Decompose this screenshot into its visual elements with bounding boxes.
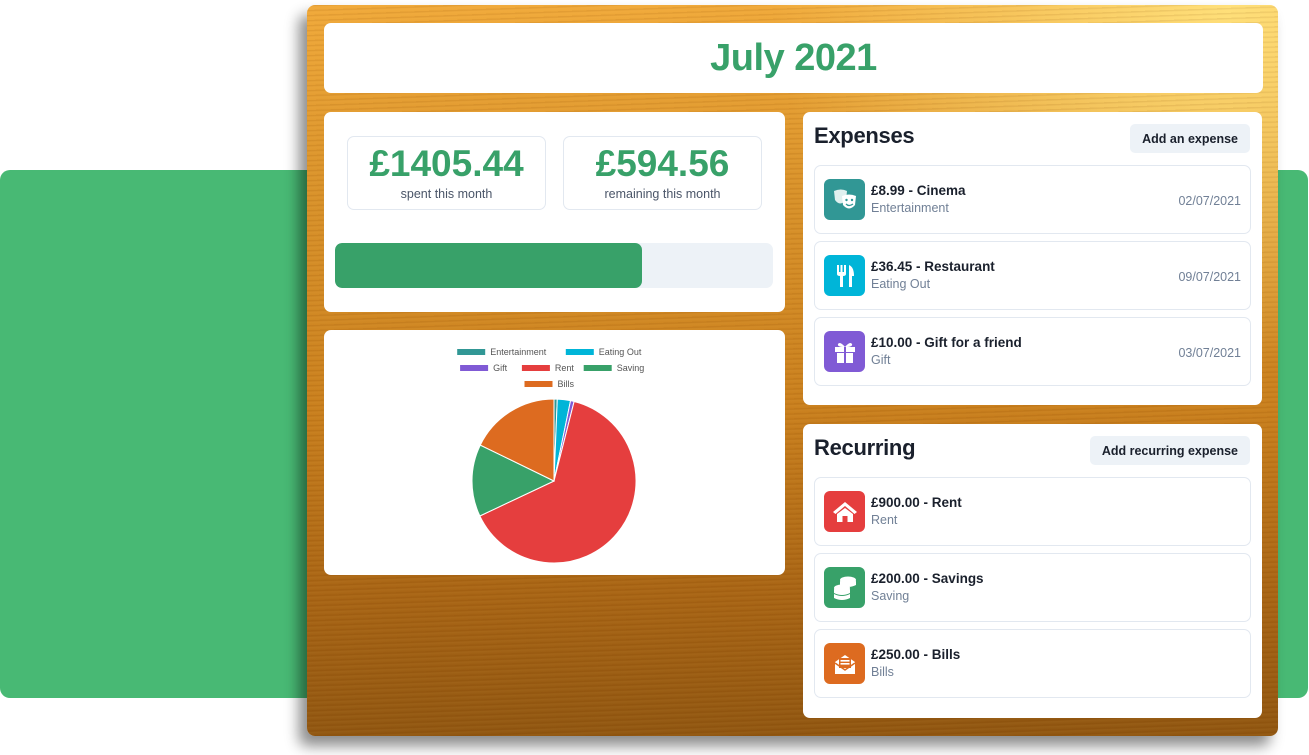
legend-label[interactable]: Rent bbox=[555, 363, 575, 373]
spent-stat: £1405.44 spent this month bbox=[347, 136, 546, 210]
recurring-card: Recurring Add recurring expense £900.00 … bbox=[803, 424, 1262, 718]
legend-swatch-eating-out[interactable] bbox=[565, 349, 594, 355]
legend-swatch-saving[interactable] bbox=[583, 365, 612, 371]
coins-icon bbox=[824, 567, 865, 608]
legend-swatch-rent[interactable] bbox=[521, 365, 550, 371]
expense-item-date: 09/07/2021 bbox=[1178, 270, 1241, 284]
expense-item[interactable]: £8.99 - Cinema Entertainment 02/07/2021 bbox=[814, 165, 1251, 234]
month-header: July 2021 bbox=[324, 23, 1263, 93]
legend-swatch-bills[interactable] bbox=[524, 381, 553, 387]
recurring-item-category: Bills bbox=[871, 665, 894, 679]
recurring-item-title: £250.00 - Bills bbox=[871, 647, 961, 662]
summary-card: £1405.44 spent this month £594.56 remain… bbox=[324, 112, 785, 312]
add-recurring-button[interactable]: Add recurring expense bbox=[1089, 436, 1250, 465]
expenses-card: Expenses Add an expense £8.99 - Cinema E… bbox=[803, 112, 1262, 405]
expense-item-date: 02/07/2021 bbox=[1178, 194, 1241, 208]
add-expense-button[interactable]: Add an expense bbox=[1130, 124, 1250, 153]
expense-item[interactable]: £36.45 - Restaurant Eating Out 09/07/202… bbox=[814, 241, 1251, 310]
category-pie-chart-card: Entertainment Eating Out Gift Rent Saving Bil… bbox=[324, 330, 785, 575]
recurring-item-category: Saving bbox=[871, 589, 910, 603]
expense-item-category: Entertainment bbox=[871, 201, 949, 215]
expenses-title: Expenses bbox=[814, 123, 915, 148]
recurring-title: Recurring bbox=[814, 435, 916, 460]
recurring-item-title: £900.00 - Rent bbox=[871, 495, 962, 510]
remaining-label: remaining this month bbox=[604, 187, 721, 201]
legend-label[interactable]: Saving bbox=[617, 363, 645, 373]
page-title: July 2021 bbox=[710, 36, 877, 79]
utensils-icon bbox=[824, 255, 865, 296]
recurring-item[interactable]: £200.00 - Savings Saving bbox=[814, 553, 1251, 622]
expenses-list: £8.99 - Cinema Entertainment 02/07/2021 … bbox=[814, 165, 1251, 393]
expense-item[interactable]: £10.00 - Gift for a friend Gift 03/07/20… bbox=[814, 317, 1251, 386]
budget-progress-bar bbox=[335, 243, 773, 288]
envelope-bill-icon bbox=[824, 643, 865, 684]
recurring-item-category: Rent bbox=[871, 513, 898, 527]
recurring-item-title: £200.00 - Savings bbox=[871, 571, 984, 586]
recurring-item[interactable]: £900.00 - Rent Rent bbox=[814, 477, 1251, 546]
expense-item-category: Gift bbox=[871, 353, 891, 367]
expense-item-title: £8.99 - Cinema bbox=[871, 183, 966, 198]
gift-icon bbox=[824, 331, 865, 372]
legend-label[interactable]: Bills bbox=[558, 379, 575, 389]
budget-progress-fill bbox=[335, 243, 642, 288]
expense-item-date: 03/07/2021 bbox=[1178, 346, 1241, 360]
remaining-amount: £594.56 bbox=[595, 143, 730, 184]
recurring-item[interactable]: £250.00 - Bills Bills bbox=[814, 629, 1251, 698]
remaining-stat: £594.56 remaining this month bbox=[563, 136, 762, 210]
legend-label[interactable]: Gift bbox=[493, 363, 508, 373]
expense-item-title: £10.00 - Gift for a friend bbox=[871, 335, 1022, 350]
budget-app-window: July 2021 £1405.44 spent this month £594… bbox=[307, 5, 1278, 736]
spent-label: spent this month bbox=[400, 187, 493, 201]
expense-item-category: Eating Out bbox=[871, 277, 931, 291]
expense-item-title: £36.45 - Restaurant bbox=[871, 259, 995, 274]
legend-label[interactable]: Eating Out bbox=[599, 347, 642, 357]
legend-swatch-entertainment[interactable] bbox=[457, 349, 486, 355]
recurring-list: £900.00 - Rent Rent £200.00 - Savings Sa… bbox=[814, 477, 1251, 705]
home-icon bbox=[824, 491, 865, 532]
legend-label[interactable]: Entertainment bbox=[490, 347, 547, 357]
category-pie-chart: Entertainment Eating Out Gift Rent Saving Bil… bbox=[457, 347, 645, 564]
legend-swatch-gift[interactable] bbox=[460, 365, 489, 371]
spent-amount: £1405.44 bbox=[369, 143, 524, 184]
theater-masks-icon bbox=[824, 179, 865, 220]
